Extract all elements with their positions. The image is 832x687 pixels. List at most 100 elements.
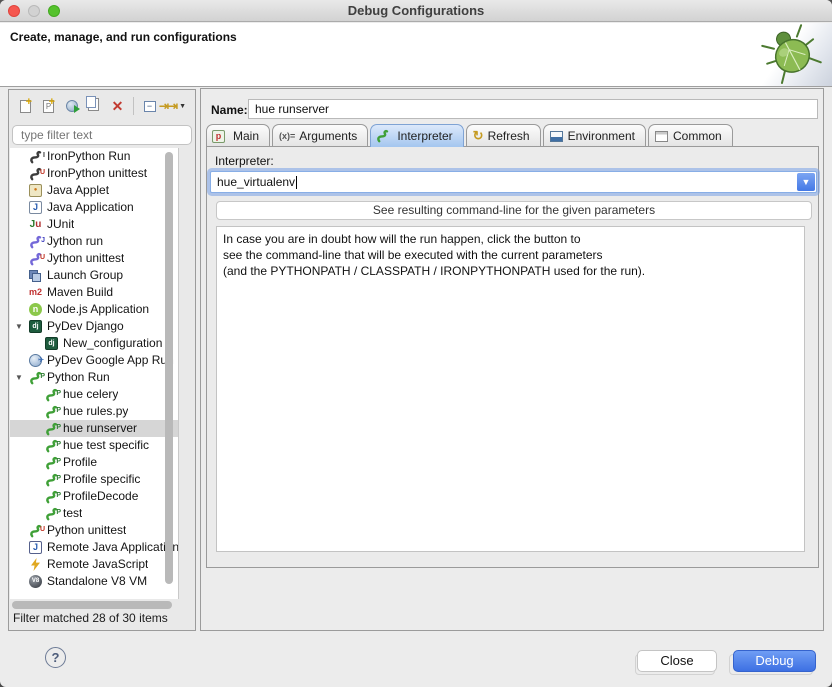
django-icon: dj (28, 320, 47, 334)
sidebar: + P+ ✕−⇥⇥▼ IIronPython RunUIronPython unit… (8, 89, 196, 631)
tree-item-ironpython-unittest[interactable]: UIronPython unittest (10, 165, 178, 182)
filter-icon: ⇥⇥▼ (159, 99, 186, 113)
toolbar-separator (133, 97, 134, 115)
python-run-icon: P (44, 456, 63, 470)
window-title: Debug Configurations (0, 3, 832, 18)
tree-item-hue-rules-py[interactable]: Phue rules.py (10, 403, 178, 420)
tree-item-hue-celery[interactable]: Phue celery (10, 386, 178, 403)
common-icon (655, 131, 668, 142)
tree-item-remote-javascript[interactable]: Remote JavaScript (10, 556, 178, 573)
tree-item-label: Remote Java Application (47, 539, 178, 556)
tree-item-standalone-v8-vm[interactable]: V8Standalone V8 VM (10, 573, 178, 590)
new-configuration-button[interactable]: + (14, 95, 37, 117)
tab-label: Common (673, 129, 722, 143)
duplicate-button[interactable] (83, 95, 106, 117)
tree-item-profiledecode[interactable]: PProfileDecode (10, 488, 178, 505)
python-icon (377, 129, 392, 143)
tree-item-label: JUnit (47, 216, 74, 233)
remote-javascript-icon (28, 558, 47, 572)
tree-item-node-js-application[interactable]: nNode.js Application (10, 301, 178, 318)
tree-item-label: hue runserver (63, 420, 137, 437)
tab-label: Environment (568, 129, 635, 143)
export-configurations-icon (66, 100, 78, 112)
tree-item-label: Java Application (47, 199, 134, 216)
tab-interpreter[interactable]: Interpreter (370, 124, 463, 147)
python-run-icon: P (44, 490, 63, 504)
tree-item-remote-java-application[interactable]: JRemote Java Application (10, 539, 178, 556)
remote-java-icon: J (28, 541, 47, 555)
junit-icon: Ju (28, 218, 47, 232)
tree-item-maven-build[interactable]: m2Maven Build (10, 284, 178, 301)
tab-label: Main (233, 129, 259, 143)
tree-item-pydev-google-app-run[interactable]: ✈PyDev Google App Run (10, 352, 178, 369)
jython-run-icon: J (28, 235, 47, 249)
page-title: Create, manage, and run configurations (10, 30, 237, 44)
tree-item-jython-unittest[interactable]: UJython unittest (10, 250, 178, 267)
info-text: In case you are in doubt how will the ru… (223, 231, 645, 279)
tree-item-label: Java Applet (47, 182, 109, 199)
new-prototype-button[interactable]: P+ (37, 95, 60, 117)
tree-item-pydev-django[interactable]: ▼djPyDev Django (10, 318, 178, 335)
tree-item-python-unittest[interactable]: UPython unittest (10, 522, 178, 539)
tree-item-java-application[interactable]: JJava Application (10, 199, 178, 216)
interpreter-tab-panel: Interpreter: hue_virtualenv ▼ See result… (206, 146, 819, 568)
tree-item-python-run[interactable]: ▼PPython Run (10, 369, 178, 386)
python-run-icon: P (44, 422, 63, 436)
tree-item-label: Python unittest (47, 522, 126, 539)
tree-item-new-configuration[interactable]: djNew_configuration (10, 335, 178, 352)
tree-item-label: hue celery (63, 386, 118, 403)
name-input[interactable] (248, 99, 818, 119)
python-run-icon: P (44, 507, 63, 521)
python-unittest-icon: U (28, 524, 47, 538)
tree-item-label: IronPython Run (47, 148, 130, 165)
java-application-icon: J (28, 201, 47, 215)
new-configuration-icon: + (20, 100, 31, 113)
tree-item-hue-runserver[interactable]: Phue runserver (10, 420, 178, 437)
tab-refresh[interactable]: ↻Refresh (466, 124, 541, 147)
tree-item-jython-run[interactable]: JJython run (10, 233, 178, 250)
tree-item-junit[interactable]: JuJUnit (10, 216, 178, 233)
tree-item-launch-group[interactable]: Launch Group (10, 267, 178, 284)
tree-item-test[interactable]: Ptest (10, 505, 178, 522)
interpreter-combobox[interactable]: hue_virtualenv ▼ (210, 171, 817, 193)
tree-item-label: Jython unittest (47, 250, 124, 267)
delete-button[interactable]: ✕ (106, 95, 129, 117)
chevron-down-icon[interactable]: ▼ (797, 173, 815, 191)
tree-item-profile-specific[interactable]: PProfile specific (10, 471, 178, 488)
tab-arguments[interactable]: (x)=Arguments (272, 124, 368, 147)
collapse-all-button[interactable]: − (138, 95, 161, 117)
expander-icon[interactable]: ▼ (15, 369, 23, 386)
tab-environment[interactable]: Environment (543, 124, 646, 147)
tree-item-java-applet[interactable]: ●Java Applet (10, 182, 178, 199)
tree-vertical-scrollbar[interactable] (164, 150, 175, 597)
tree-item-ironpython-run[interactable]: IIronPython Run (10, 148, 178, 165)
help-button[interactable]: ? (45, 647, 66, 668)
tree-item-profile[interactable]: PProfile (10, 454, 178, 471)
tree-item-label: ProfileDecode (63, 488, 138, 505)
django-icon: dj (44, 337, 63, 351)
tab-label: Refresh (488, 129, 530, 143)
filter-button[interactable]: ⇥⇥▼ (161, 95, 184, 117)
config-tree: IIronPython RunUIronPython unittest●Java… (10, 148, 179, 599)
tree-horizontal-scrollbar[interactable] (11, 601, 177, 610)
tab-common[interactable]: Common (648, 124, 733, 147)
title-bar[interactable]: Debug Configurations (0, 0, 832, 22)
tree-item-label: Standalone V8 VM (47, 573, 147, 590)
debug-button[interactable]: Debug (733, 650, 816, 672)
ironpython-run-icon: I (28, 150, 47, 164)
tree-item-label: Remote JavaScript (47, 556, 148, 573)
export-configurations-button[interactable] (60, 95, 83, 117)
java-applet-icon: ● (28, 184, 47, 198)
close-button[interactable]: Close (637, 650, 717, 672)
see-command-line-button[interactable]: See resulting command-line for the given… (216, 201, 812, 220)
filter-input[interactable] (12, 125, 192, 145)
arguments-tab-icon: (x)= (279, 131, 295, 141)
tree-item-label: New_configuration (63, 335, 162, 352)
python-run-icon: P (28, 371, 47, 385)
bug-icon (746, 23, 832, 86)
expander-icon[interactable]: ▼ (15, 318, 23, 335)
name-label: Name: (211, 103, 248, 117)
python-run-icon: P (44, 388, 63, 402)
tree-item-hue-test-specific[interactable]: Phue test specific (10, 437, 178, 454)
tab-main[interactable]: pMain (206, 124, 270, 147)
